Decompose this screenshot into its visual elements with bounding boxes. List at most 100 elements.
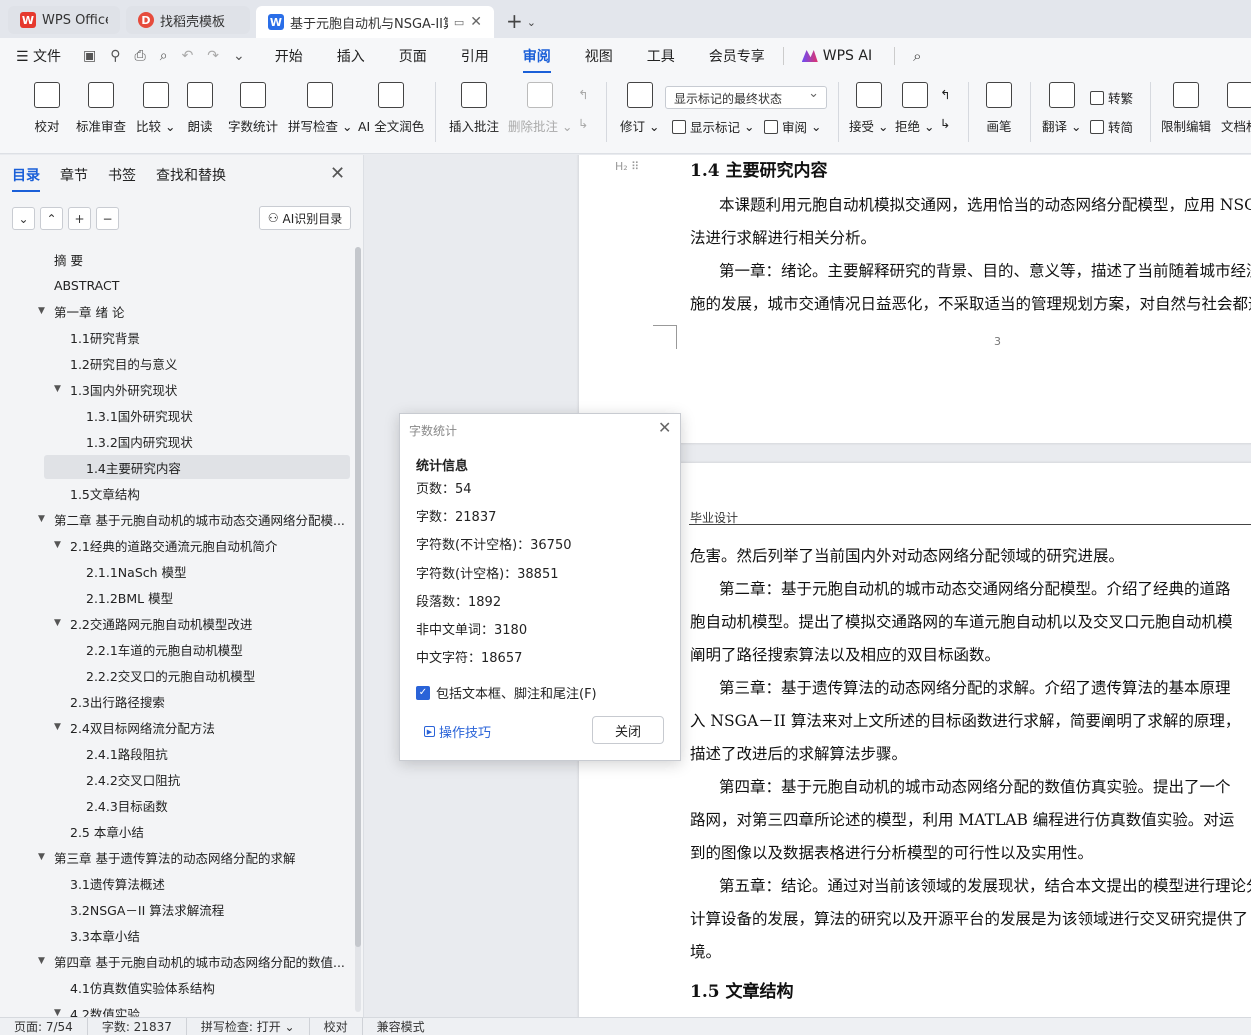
proofread-button[interactable]: 校对	[34, 82, 60, 135]
tab-docer-templates[interactable]: D 找稻壳模板	[126, 6, 250, 34]
toc-item[interactable]: 1.4主要研究内容	[44, 455, 350, 479]
dialog-close-icon[interactable]: ✕	[658, 418, 671, 437]
tab-bookmarks[interactable]: 书签	[108, 165, 136, 185]
expand-arrow-icon[interactable]: ▼	[38, 514, 54, 524]
ai-polish-button[interactable]: AI 全文润色	[358, 82, 424, 135]
file-menu[interactable]: ☰ 文件	[16, 46, 61, 66]
toc-item[interactable]: 摘 要	[38, 247, 350, 271]
menu-review[interactable]: 审阅	[522, 46, 551, 73]
undo-icon[interactable]: ↶	[182, 48, 194, 64]
expand-arrow-icon[interactable]: ▼	[54, 540, 70, 550]
expand-arrow-icon[interactable]: ▼	[54, 384, 70, 394]
toc-scrollbar-thumb[interactable]	[355, 247, 361, 947]
restrict-edit-button[interactable]: 限制编辑	[1161, 82, 1211, 135]
search-icon[interactable]: ⌕	[913, 47, 921, 65]
toc-item[interactable]: 3.3本章小结	[54, 923, 350, 947]
toc-item[interactable]: 1.3.1国外研究现状	[70, 403, 350, 427]
remove-heading-icon[interactable]: −	[96, 207, 119, 230]
to-simplified-button[interactable]: 转简	[1090, 117, 1133, 136]
status-word-count[interactable]: 字数: 21837	[88, 1018, 187, 1035]
toc-scrollbar[interactable]	[355, 247, 361, 1012]
close-panel-icon[interactable]: ✕	[330, 163, 345, 184]
toc-item[interactable]: ▼ 2.1经典的道路交通流元胞自动机简介	[54, 533, 350, 557]
expand-arrow-icon[interactable]: ▼	[54, 722, 70, 732]
share-icon[interactable]: ⚲	[110, 48, 120, 64]
next-comment-icon[interactable]: ↳	[578, 116, 588, 131]
new-tab-icon[interactable]: +	[506, 9, 523, 33]
translate-button[interactable]: 翻译 ⌄	[1042, 82, 1081, 135]
save-icon[interactable]: ▣	[83, 48, 96, 64]
show-markup-button[interactable]: 显示标记 ⌄	[672, 117, 755, 136]
menu-view[interactable]: 视图	[585, 46, 613, 66]
print-preview-icon[interactable]: ⌕	[160, 48, 168, 64]
menu-tools[interactable]: 工具	[647, 46, 675, 66]
track-changes-button[interactable]: 修订 ⌄	[620, 82, 659, 135]
toc-item[interactable]: 1.5文章结构	[54, 481, 350, 505]
toc-item[interactable]: 1.1研究背景	[54, 325, 350, 349]
previous-change-icon[interactable]: ↰	[940, 87, 950, 102]
next-change-icon[interactable]: ↳	[940, 116, 950, 131]
status-page[interactable]: 页面: 7/54	[0, 1018, 88, 1035]
toc-item[interactable]: 2.3出行路径搜索	[54, 689, 350, 713]
toc-item[interactable]: ▼ 第二章 基于元胞自动机的城市动态交通网络分配模...	[38, 507, 350, 531]
close-tab-icon[interactable]: ✕	[470, 14, 482, 30]
previous-comment-icon[interactable]: ↰	[578, 87, 588, 102]
spell-check-button[interactable]: 拼写检查 ⌄	[288, 82, 352, 135]
toc-item[interactable]: 2.4.1路段阻抗	[70, 741, 350, 765]
toc-item[interactable]: 2.1.1NaSch 模型	[70, 559, 350, 583]
menu-insert[interactable]: 插入	[337, 46, 365, 66]
toc-item[interactable]: ABSTRACT	[38, 273, 350, 297]
toc-item[interactable]: ▼ 第四章 基于元胞自动机的城市动态网络分配的数值...	[38, 949, 350, 973]
toc-item[interactable]: 2.1.2BML 模型	[70, 585, 350, 609]
tab-list-chevron-icon[interactable]: ⌄	[527, 16, 536, 29]
markup-state-select[interactable]: 显示标记的最终状态	[665, 86, 827, 109]
tips-link[interactable]: ▶ 操作技巧	[424, 722, 491, 741]
toc-item[interactable]: ▼ 2.4双目标网络流分配方法	[54, 715, 350, 739]
menu-reference[interactable]: 引用	[461, 46, 489, 66]
redo-icon[interactable]: ↷	[207, 48, 219, 64]
tab-toc[interactable]: 目录	[12, 165, 40, 192]
expand-arrow-icon[interactable]: ▼	[38, 852, 54, 862]
toc-item[interactable]: ▼ 2.2交通路网元胞自动机模型改进	[54, 611, 350, 635]
standard-review-button[interactable]: 标准审查	[76, 82, 126, 135]
brush-button[interactable]: 画笔	[986, 82, 1012, 135]
reject-button[interactable]: 拒绝 ⌄	[895, 82, 934, 135]
to-traditional-button[interactable]: 转繁	[1090, 88, 1133, 107]
print-icon[interactable]: ⎙	[135, 48, 146, 64]
tab-sections[interactable]: 章节	[60, 165, 88, 185]
expand-arrow-icon[interactable]: ▼	[54, 618, 70, 628]
monitor-icon[interactable]: ▭	[454, 16, 464, 29]
toc-item[interactable]: 3.1遗传算法概述	[54, 871, 350, 895]
toc-item[interactable]: 2.2.2交叉口的元胞自动机模型	[70, 663, 350, 687]
read-aloud-button[interactable]: 朗读	[187, 82, 213, 135]
toc-item[interactable]: 4.1仿真数值实验体系结构	[54, 975, 350, 999]
document-page[interactable]: H₂ ⠿ 1.4 主要研究内容 本课题利用元胞自动机模拟交通网，选用恰当的动态网…	[579, 155, 1251, 443]
toc-item[interactable]: ▼ 第三章 基于遗传算法的动态网络分配的求解	[38, 845, 350, 869]
menu-start[interactable]: 开始	[275, 46, 303, 66]
toc-item[interactable]: ▼ 1.3国内外研究现状	[54, 377, 350, 401]
toc-item[interactable]: 2.5 本章小结	[54, 819, 350, 843]
word-count-button[interactable]: 字数统计	[228, 82, 278, 135]
ai-toc-button[interactable]: ⚇ AI识别目录	[259, 206, 351, 230]
toc-item[interactable]: 2.4.2交叉口阻抗	[70, 767, 350, 791]
insert-comment-button[interactable]: 插入批注	[449, 82, 499, 135]
toc-item[interactable]: 1.2研究目的与意义	[54, 351, 350, 375]
toc-item[interactable]: 1.3.2国内研究现状	[70, 429, 350, 453]
close-button[interactable]: 关闭	[592, 716, 664, 744]
accept-button[interactable]: 接受 ⌄	[849, 82, 888, 135]
delete-comment-button[interactable]: 删除批注 ⌄	[508, 82, 572, 135]
expand-arrow-icon[interactable]: ▼	[38, 956, 54, 966]
tab-wps-office[interactable]: W WPS Office	[8, 6, 120, 34]
wps-ai-menu[interactable]: WPS AI	[801, 48, 872, 64]
toc-item[interactable]: 2.2.1车道的元胞自动机模型	[70, 637, 350, 661]
toc-item[interactable]: 3.2NSGA－II 算法求解流程	[54, 897, 350, 921]
collapse-up-icon[interactable]: ⌃	[40, 207, 63, 230]
status-proofread[interactable]: 校对	[310, 1018, 363, 1035]
status-spell-check[interactable]: 拼写检查: 打开 ⌄	[187, 1018, 310, 1035]
add-heading-icon[interactable]: +	[68, 207, 91, 230]
document-rights-button[interactable]: 文档权	[1221, 82, 1251, 135]
toc-item[interactable]: ▼ 第一章 绪 论	[38, 299, 350, 323]
menu-member[interactable]: 会员专享	[709, 46, 765, 66]
heading-style-icon[interactable]: H₂ ⠿	[615, 160, 639, 173]
expand-arrow-icon[interactable]: ▼	[38, 306, 54, 316]
